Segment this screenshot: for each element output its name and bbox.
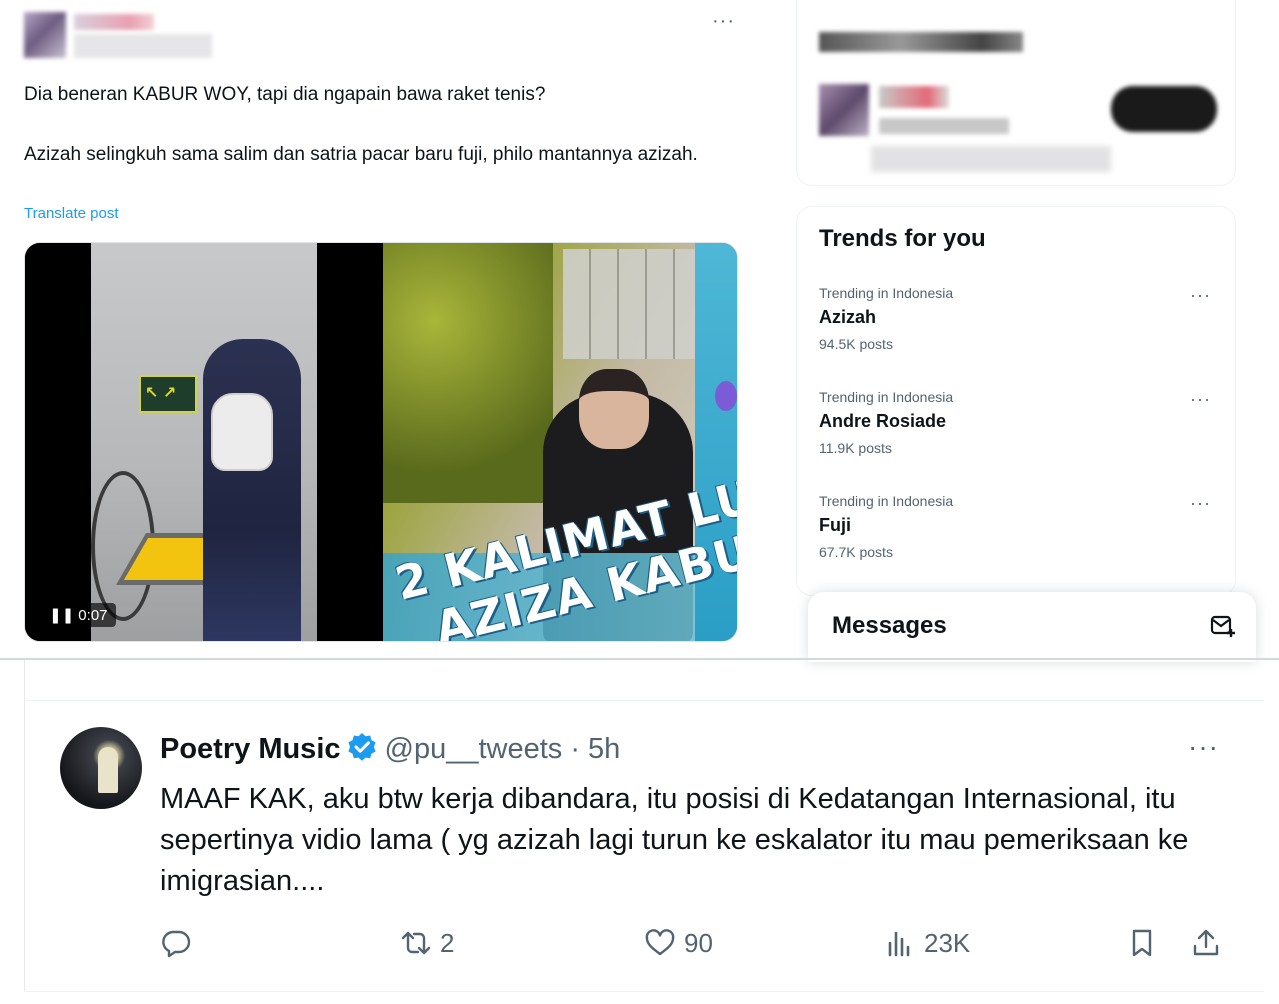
trend-more-icon[interactable]: ··· [1190, 285, 1211, 306]
share-icon [1193, 929, 1219, 956]
like-count: 90 [684, 927, 713, 958]
video-time-badge[interactable]: ❚❚ 0:07 [41, 603, 116, 627]
blurred-suggested-avatar[interactable] [819, 84, 869, 136]
post-media[interactable]: ↖ ↗ ❚❚ 0:07 2 KALIMAT LU AZIZA KABU [24, 242, 738, 642]
reply-tweet[interactable]: Poetry Music @pu__tweets · 5h ··· MAAF K… [24, 700, 1264, 992]
video-thumbnail[interactable]: ↖ ↗ ❚❚ 0:07 [25, 243, 381, 641]
post-more-icon[interactable]: ··· [712, 10, 735, 33]
blurred-panel-title [819, 32, 1023, 52]
tweet-text: MAAF KAK, aku btw kerja dibandara, itu p… [160, 783, 1189, 897]
backpack-shape [211, 393, 273, 471]
exit-sign: ↖ ↗ [139, 375, 197, 413]
trends-title: Trends for you [819, 225, 986, 252]
views-button[interactable]: 23K [884, 923, 970, 963]
post-text-line2: Azizah selingkuh sama salim dan satria p… [24, 144, 698, 165]
trend-more-icon[interactable]: ··· [1190, 389, 1211, 410]
trend-item[interactable]: Trending in Indonesia Azizah 94.5K posts… [819, 285, 1219, 375]
tweet-more-icon[interactable]: ··· [1188, 731, 1219, 763]
blurred-follow-button[interactable] [1111, 86, 1217, 132]
blurred-suggested-name[interactable] [879, 86, 949, 108]
trend-context: Trending in Indonesia [819, 285, 954, 301]
reply-icon [162, 930, 191, 958]
like-icon [645, 929, 675, 956]
blurred-avatar[interactable] [24, 12, 66, 58]
blurred-username[interactable] [74, 14, 154, 30]
tweet-actions: 2 90 23K [160, 923, 1240, 963]
display-name[interactable]: Poetry Music [160, 733, 341, 765]
views-count: 23K [924, 927, 971, 958]
post-text-line1: Dia beneran KABUR WOY, tapi dia ngapain … [24, 84, 546, 105]
woman-head [579, 369, 649, 449]
retweet-button[interactable]: 2 [400, 923, 454, 963]
like-button[interactable]: 90 [644, 923, 713, 963]
trend-post-count: 94.5K posts [819, 336, 893, 352]
translate-post-link[interactable]: Translate post [24, 205, 119, 222]
reply-button[interactable] [160, 923, 200, 963]
moss-wall [383, 243, 553, 503]
badge-dot [715, 381, 737, 411]
avatar-figure [98, 747, 118, 793]
video-frame: ↖ ↗ [91, 243, 317, 641]
person-figure [203, 339, 301, 641]
trend-name: Azizah [819, 307, 877, 327]
trend-name: Andre Rosiade [819, 411, 947, 431]
bookmark-button[interactable] [1126, 923, 1166, 963]
trend-context: Trending in Indonesia [819, 493, 954, 509]
top-post: ··· Dia beneran KABUR WOY, tapi dia ngap… [0, 0, 760, 660]
retweet-count: 2 [440, 927, 455, 958]
trend-item[interactable]: Trending in Indonesia Fuji 67.7K posts ·… [819, 493, 1219, 583]
avatar[interactable] [60, 727, 142, 809]
verified-icon [347, 733, 376, 761]
bookmark-icon [1132, 929, 1152, 957]
trend-more-icon[interactable]: ··· [1190, 493, 1211, 514]
new-message-icon[interactable] [1210, 614, 1236, 638]
who-to-follow-panel [796, 0, 1236, 186]
blurred-suggested-handle [879, 118, 1009, 134]
views-icon [888, 931, 910, 957]
trend-post-count: 67.7K posts [819, 544, 893, 560]
blurred-handle [74, 34, 212, 58]
image-thumbnail[interactable]: 2 KALIMAT LU AZIZA KABU [383, 243, 737, 641]
screenshot-divider [0, 658, 1279, 660]
trend-context: Trending in Indonesia [819, 389, 954, 405]
messages-drawer[interactable]: Messages [808, 592, 1256, 662]
messages-title: Messages [832, 612, 947, 639]
trend-item[interactable]: Trending in Indonesia Andre Rosiade 11.9… [819, 389, 1219, 479]
trends-panel: Trends for you Trending in Indonesia Azi… [796, 206, 1236, 596]
retweet-icon [401, 931, 431, 955]
share-button[interactable] [1190, 923, 1230, 963]
handle-and-time[interactable]: @pu__tweets · 5h [385, 733, 621, 765]
trend-post-count: 11.9K posts [819, 440, 892, 456]
tweet-header: Poetry Music @pu__tweets · 5h [160, 731, 620, 767]
window-grid [563, 249, 703, 359]
blurred-suggested-bio [871, 146, 1111, 172]
trend-name: Fuji [819, 515, 851, 535]
